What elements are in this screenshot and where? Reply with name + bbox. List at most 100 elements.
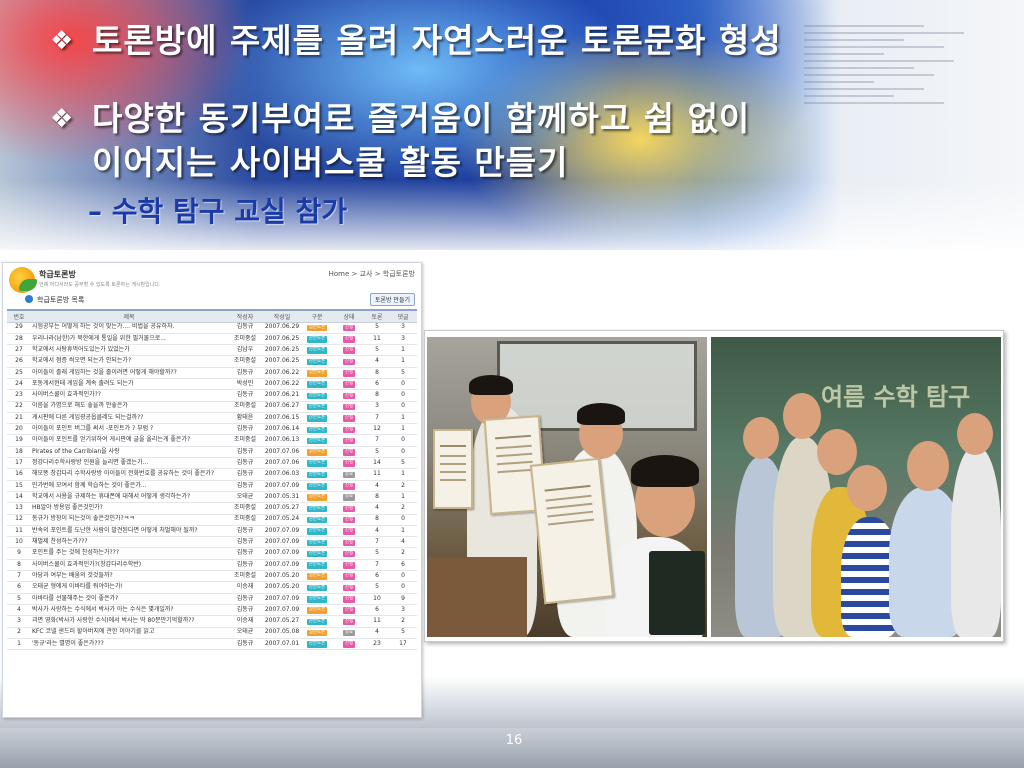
- table-row[interactable]: 17 정강다리수학사랑방 인원을 늘리면 좋겠는가... 김동규 2007.07.06…: [7, 457, 417, 470]
- cell-title[interactable]: Pirates of the Carribian을 사랑: [31, 446, 227, 459]
- cell-title[interactable]: 아이들이 졸래 게임하는 것을 줄이려면 어떻게 해야할까??: [31, 367, 227, 379]
- table-row[interactable]: 15 민가번에 모여서 함께 학습하는 것이 좋은가... 김동규 2007.07.0…: [7, 480, 417, 492]
- make-debate-room-button[interactable]: 토론방 만들기: [369, 293, 415, 306]
- cell-debate: 5: [365, 547, 389, 560]
- table-row[interactable]: 12 동규가 방장이 되는것이 좋은것인가?ㅋㅋ 조미중설 2007.05.24 찬반토…: [7, 514, 417, 526]
- cell-state: 진행: [333, 434, 365, 447]
- table-row[interactable]: 27 학교에서 사탕휴먹어도있는가 있었는가 김남우 2007.06.25 찬반토론 진행…: [7, 344, 417, 357]
- cell-title[interactable]: 민가번에 모여서 함께 학습하는 것이 좋은가...: [31, 480, 227, 492]
- table-row[interactable]: 6 오태균 형에게 이바타를 줘야하는가! 이승재 2007.05.20 찬반토론 진행 5…: [7, 581, 417, 594]
- table-row[interactable]: 28 우리나라(남한)가 북한에게 통일을 위한 필거물으로... 조미중설 2007…: [7, 333, 417, 346]
- cell-title[interactable]: 아이들이 포인트 버그를 써서 -포인트가 ? 부럼 ?: [31, 423, 227, 436]
- cell-no: 3: [7, 615, 31, 628]
- cell-state: 진행: [333, 615, 365, 628]
- cell-title[interactable]: 시험공부는 어떻게 하는 것이 맞는가.... 비법을 공유하자.: [31, 322, 227, 334]
- table-row[interactable]: 7 야당과 여부는 배움의 것것들까? 조미중설 2007.05.20 일반토론 진행 6 0: [7, 570, 417, 583]
- cell-title[interactable]: 반속의 포인트를 도난한 사람이 발견된다면 어떻게 처벌해야 될까?: [31, 525, 227, 538]
- cell-debate: 7: [365, 434, 389, 447]
- table-row[interactable]: 11 반속의 포인트를 도난한 사람이 발견된다면 어떻게 처벌해야 될까? 김동규…: [7, 525, 417, 538]
- cell-date: 2007.05.31: [263, 491, 301, 504]
- table-row[interactable]: 16 해모똥 창갑다리 수학사랑방 아이들이 전화번호를 공유하는 것이 좋은가?…: [7, 468, 417, 481]
- type-badge: 찬반토론: [306, 596, 328, 603]
- table-row[interactable]: 29 시험공부는 어떻게 하는 것이 맞는가.... 비법을 공유하자. 김동규 20…: [7, 322, 417, 334]
- cell-state: 진행: [333, 355, 365, 368]
- cell-date: 2007.05.24: [263, 514, 301, 526]
- status-badge: 진행: [342, 381, 356, 388]
- cell-state: 진행: [333, 333, 365, 346]
- cell-author: 조미중설: [227, 333, 263, 346]
- cell-title[interactable]: '동규'라는 별명이 좋은가???: [31, 638, 227, 651]
- status-badge: 진행: [342, 358, 356, 366]
- status-badge: 진행: [342, 449, 356, 456]
- table-row[interactable]: 13 HB알아 방용업 좋은것인가? 조미중설 2007.05.27 찬반토론 진행 4 2: [7, 502, 417, 515]
- type-badge: 찬반토론: [306, 562, 328, 569]
- type-badge: 찬반토론: [306, 347, 328, 354]
- table-row[interactable]: 19 아이들이 포인트를 얻기위하여 게시판에 글을 올리는게 좋은가? 조미중설 2…: [7, 434, 417, 447]
- cell-title[interactable]: KFC 코넬 샌드러 할아버지에 관한 이야기를 읽고: [31, 627, 227, 639]
- cell-debate: 8: [365, 491, 389, 504]
- cell-date: 2007.07.09: [263, 559, 301, 572]
- type-badge: 일반토론: [306, 370, 328, 377]
- breadcrumb[interactable]: Home > 교사 > 학급토론방: [329, 269, 415, 279]
- cell-type: 찬반토론: [301, 615, 333, 628]
- table-row[interactable]: 5 아바타를 선물해주는 것이 좋은가? 김동규 2007.07.09 찬반토론 진행 10…: [7, 593, 417, 605]
- cell-title[interactable]: HB알아 방용업 좋은것인가?: [31, 502, 227, 515]
- cell-no: 11: [7, 525, 31, 538]
- table-row[interactable]: 14 학교에서 사용을 규제하는 휴대폰에 대해서 어떻게 생각하는가? 오태균 20…: [7, 491, 417, 504]
- bullet-2: ❖ 다양한 동기부여로 즐거움이 함께하고 쉼 없이: [50, 92, 750, 140]
- cell-reply: 1: [389, 344, 417, 357]
- table-row[interactable]: 23 사이버스쿨이 효과적인가?? 김동규 2007.06.21 찬반토론 진행 8 0: [7, 389, 417, 402]
- cell-title[interactable]: 아이들이 포인트를 얻기위하여 게시판에 글을 올리는게 좋은가?: [31, 434, 227, 447]
- cell-title[interactable]: 포인트를 주는 것에 찬성하는가???: [31, 547, 227, 560]
- cell-title[interactable]: 사이버스쿨이 효과적인가?(창갑다리수학반): [31, 559, 227, 572]
- cell-title[interactable]: 사이버스쿨이 효과적인가??: [31, 389, 227, 402]
- cell-date: 2007.05.27: [263, 502, 301, 515]
- cell-state: 진행: [333, 547, 365, 560]
- column-header: 작성자: [227, 309, 263, 323]
- table-row[interactable]: 2 KFC 코넬 샌드러 할아버지에 관한 이야기를 읽고 오태균 2007.05.0…: [7, 627, 417, 639]
- type-badge: 찬반토론: [306, 426, 328, 434]
- cell-title[interactable]: 야당과 여부는 배움의 것것들까?: [31, 570, 227, 583]
- table-row[interactable]: 4 박사가 사랑하는 수식에서 박사가 아는 수식은 몇개일까? 김동규 2007.0…: [7, 604, 417, 617]
- table-row[interactable]: 10 채벌제 찬성하는가??? 김동규 2007.07.09 찬반토론 진행 7 4: [7, 536, 417, 549]
- cell-title[interactable]: 학교에서 사용을 규제하는 휴대폰에 대해서 어떻게 생각하는가?: [31, 491, 227, 504]
- cell-type: 찬반토론: [301, 401, 333, 413]
- cell-title[interactable]: 해모똥 창갑다리 수학사랑방 아이들이 전화번호를 공유하는 것이 좋은가?: [31, 468, 227, 481]
- cell-title[interactable]: 아바타를 선물해주는 것이 좋은가?: [31, 593, 227, 605]
- table-row[interactable]: 9 포인트를 주는 것에 찬성하는가??? 김동규 2007.07.09 찬반토론 진행 5…: [7, 547, 417, 560]
- cell-date: 2007.07.09: [263, 536, 301, 549]
- cell-title[interactable]: 괴면 영화(박사가 사랑한 수식)에서 박사는 딱 80분만기억할까??: [31, 615, 227, 628]
- cell-no: 6: [7, 581, 31, 594]
- table-row[interactable]: 18 Pirates of the Carribian을 사랑 김동규 2007.07…: [7, 446, 417, 459]
- table-row[interactable]: 21 게시판에 다른 게임광공옵클레도 되는걸까?? 황태윤 2007.06.15 찬반…: [7, 412, 417, 425]
- table-row[interactable]: 1 '동규'라는 별명이 좋은가??? 김동규 2007.07.01 찬반토론 진행 23 1…: [7, 638, 417, 651]
- cell-no: 22: [7, 401, 31, 413]
- cell-title[interactable]: 우리나라(남한)가 북한에게 통일을 위한 필거물으로...: [31, 333, 227, 346]
- table-row[interactable]: 25 아이들이 졸래 게임하는 것을 줄이려면 어떻게 해야할까?? 김동규 2007…: [7, 367, 417, 379]
- cell-type: 일반토론: [301, 627, 333, 639]
- cell-title[interactable]: 채벌제 찬성하는가???: [31, 536, 227, 549]
- cell-title[interactable]: 동규가 방장이 되는것이 좋은것인가?ㅋㅋ: [31, 514, 227, 526]
- table-row[interactable]: 3 괴면 영화(박사가 사랑한 수식)에서 박사는 딱 80분만기억할까?? 이승재…: [7, 615, 417, 628]
- table-row[interactable]: 20 아이들이 포인트 버그를 써서 -포인트가 ? 부럼 ? 김동규 2007.06…: [7, 423, 417, 436]
- cell-title[interactable]: 이름을 가명으로 해도 좋을까 안좋은가: [31, 401, 227, 413]
- cell-state: 진행: [333, 412, 365, 425]
- type-badge: 일반토론: [306, 324, 328, 332]
- cell-title[interactable]: 게시판에 다른 게임광공옵클레도 되는걸까??: [31, 412, 227, 425]
- cell-author: 김동규: [227, 593, 263, 605]
- cell-title[interactable]: 학교에서 점증 씌오면 되는가 안되는가?: [31, 355, 227, 368]
- status-badge: 진행: [342, 336, 356, 343]
- table-row[interactable]: 22 이름을 가명으로 해도 좋을까 안좋은가 조미중설 2007.06.27 찬반토론…: [7, 401, 417, 413]
- cell-title[interactable]: 박사가 사랑하는 수식에서 박사가 아는 수식은 몇개일까?: [31, 604, 227, 617]
- table-row[interactable]: 8 사이버스쿨이 효과적인가?(창갑다리수학반) 김동규 2007.07.09 찬반토론…: [7, 559, 417, 572]
- cell-title[interactable]: 포동게서현태 게임을 계속 출려도 되는가: [31, 378, 227, 391]
- student-hair: [577, 403, 625, 425]
- cell-title[interactable]: 학교에서 사탕휴먹어도있는가 있었는가: [31, 344, 227, 357]
- cell-title[interactable]: 정강다리수학사랑방 인원을 늘리면 좋겠는가...: [31, 457, 227, 470]
- type-badge: 찬반토론: [306, 505, 328, 513]
- table-row[interactable]: 24 포동게서현태 게임을 계속 출려도 되는가 박성민 2007.06.22 찬반토론…: [7, 378, 417, 391]
- cell-title[interactable]: 오태균 형에게 이바타를 줘야하는가!: [31, 581, 227, 594]
- table-row[interactable]: 26 학교에서 점증 씌오면 되는가 안되는가? 조미중설 2007.06.25 찬반토…: [7, 355, 417, 368]
- cell-author: 김동규: [227, 547, 263, 560]
- cell-no: 29: [7, 322, 31, 334]
